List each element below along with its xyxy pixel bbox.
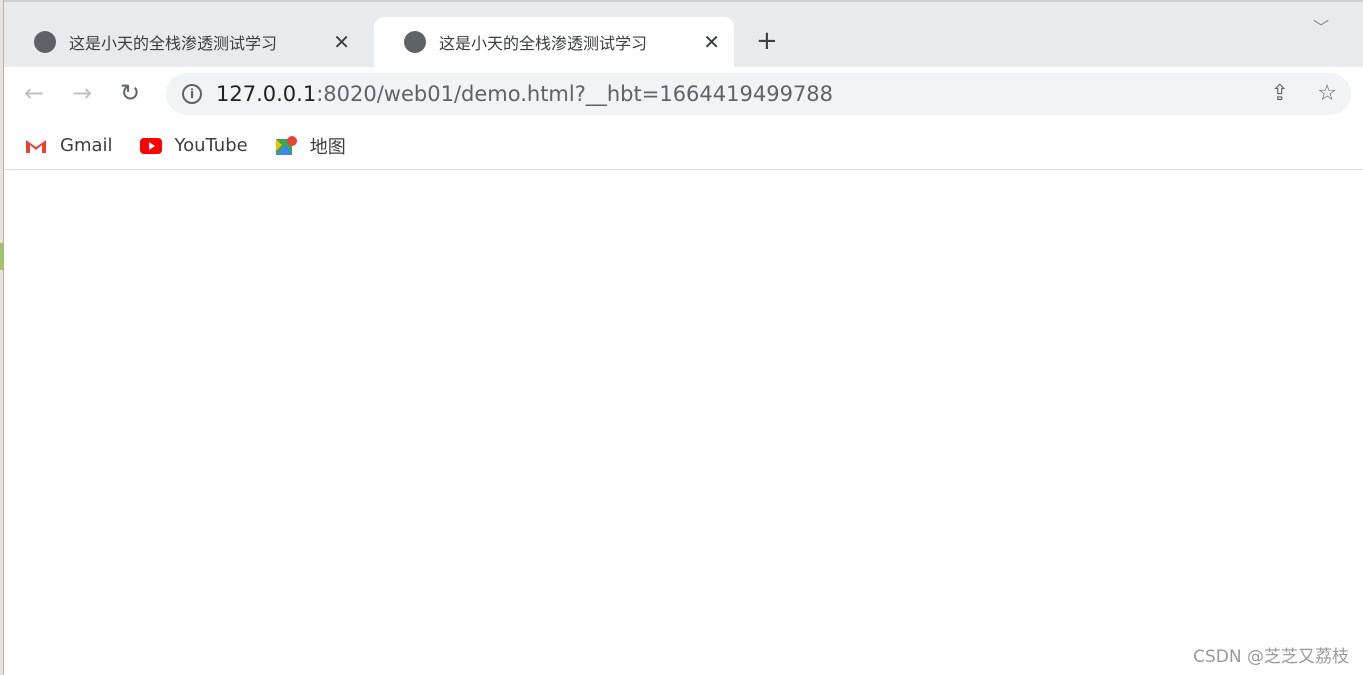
reload-button[interactable]: ↻ bbox=[120, 79, 140, 107]
address-bar[interactable]: i 127.0.0.1:8020/web01/demo.html?__hbt=1… bbox=[166, 73, 1351, 115]
tab-strip: 这是小天的全栈渗透测试学习 ✕ 这是小天的全栈渗透测试学习 ✕ + ﹀ bbox=[4, 2, 1363, 67]
bookmarks-bar: Gmail YouTube 地图 bbox=[4, 122, 1363, 170]
bookmark-youtube[interactable]: YouTube bbox=[139, 135, 248, 156]
share-icon[interactable]: ⇪ bbox=[1271, 81, 1289, 106]
maps-icon bbox=[275, 135, 297, 155]
watermark: CSDN @芝芝又荔枝 bbox=[1193, 647, 1349, 667]
tab-title: 这是小天的全栈渗透测试学习 bbox=[439, 34, 648, 53]
globe-icon bbox=[34, 31, 56, 53]
toolbar: ← → ↻ i 127.0.0.1:8020/web01/demo.html?_… bbox=[4, 67, 1363, 122]
globe-icon bbox=[404, 31, 426, 53]
tab-title: 这是小天的全栈渗透测试学习 bbox=[69, 34, 278, 53]
star-icon[interactable]: ☆ bbox=[1317, 81, 1337, 106]
gmail-icon bbox=[26, 139, 46, 153]
close-tab-icon[interactable]: ✕ bbox=[703, 30, 720, 54]
browser-window: 这是小天的全栈渗透测试学习 ✕ 这是小天的全栈渗透测试学习 ✕ + ﹀ ← → … bbox=[4, 0, 1363, 675]
forward-button[interactable]: → bbox=[72, 79, 92, 107]
tab-2[interactable]: 这是小天的全栈渗透测试学习 ✕ bbox=[374, 17, 734, 67]
youtube-icon bbox=[139, 137, 162, 154]
url-text[interactable]: 127.0.0.1:8020/web01/demo.html?__hbt=166… bbox=[216, 82, 833, 106]
new-tab-button[interactable]: + bbox=[756, 26, 778, 56]
back-button[interactable]: ← bbox=[24, 79, 44, 107]
tab-search-chevron-icon[interactable]: ﹀ bbox=[1313, 14, 1329, 38]
close-tab-icon[interactable]: ✕ bbox=[333, 30, 350, 54]
info-icon[interactable]: i bbox=[182, 84, 202, 104]
tab-1[interactable]: 这是小天的全栈渗透测试学习 ✕ bbox=[4, 17, 364, 67]
bookmark-gmail[interactable]: Gmail bbox=[24, 135, 113, 156]
bookmark-maps[interactable]: 地图 bbox=[274, 133, 346, 159]
